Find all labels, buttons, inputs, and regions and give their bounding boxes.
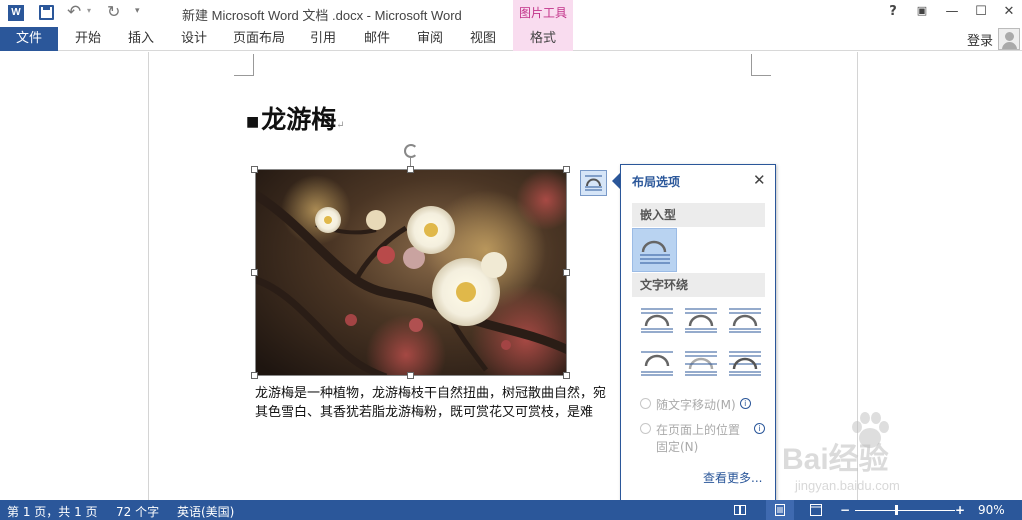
tab-review[interactable]: 审阅 [406,27,454,51]
option-inline[interactable] [632,228,677,272]
heading-bullet: ■ [246,113,260,130]
picture-tools-header: 图片工具 [513,0,573,27]
tab-design[interactable]: 设计 [169,27,219,51]
page-left-edge [148,52,149,500]
panel-title: 布局选项 [632,175,681,189]
plum-blossom-illustration [256,170,566,375]
word-count[interactable]: 72 个字 [116,503,159,520]
fix-position-option[interactable]: 在页面上的位置 固定(N) i [640,421,766,455]
section-wrap-header: 文字环绕 [632,273,765,297]
option-square[interactable] [636,302,673,336]
wrap-behind-text-icon [685,351,717,376]
info-icon[interactable]: i [739,398,751,409]
print-layout-button[interactable] [766,500,794,520]
print-layout-icon [775,504,785,516]
word-logo-icon[interactable]: W [8,5,24,21]
zoom-in-button[interactable]: + [955,503,965,517]
watermark-url: jingyan.baidu.com [795,478,900,493]
undo-dropdown-icon[interactable]: ▾ [87,6,91,15]
resize-handle-top-left[interactable] [251,166,258,173]
resize-handle-right[interactable] [563,269,570,276]
margin-corner-right [751,54,771,76]
move-with-text-radio[interactable] [640,398,651,409]
title-bar: W ↶ ▾ ↻ ▾ 新建 Microsoft Word 文档 .docx - M… [0,0,1022,27]
see-more-link[interactable]: 查看更多... [703,469,762,486]
section-inline-header: 嵌入型 [632,203,765,227]
redo-icon[interactable]: ↻ [107,2,120,21]
zoom-level[interactable]: 90% [978,503,1005,517]
margin-corner-left [234,54,254,76]
move-with-text-option[interactable]: 随文字移动(M) i [640,396,751,413]
ribbon-display-options-icon[interactable]: ▣ [912,4,932,22]
plum-blossom-image[interactable] [255,169,567,376]
document-heading[interactable]: ■龙游梅↵ [246,100,345,136]
zoom-out-button[interactable]: − [840,503,850,517]
ribbon-tab-row: 文件 开始 插入 设计 页面布局 引用 邮件 审阅 视图 格式 [0,27,1022,51]
layout-options-icon [585,175,602,191]
status-bar: 第 1 页，共 1 页 72 个字 英语(美国) − + 90% [0,500,1022,520]
tab-file[interactable]: 文件 [0,27,58,51]
page-count[interactable]: 第 1 页，共 1 页 [7,503,98,520]
fix-position-label-line2: 固定(N) [656,440,699,454]
fix-position-label: 在页面上的位置 固定(N) [656,421,740,455]
paragraph-mark-icon: ↵ [336,120,345,131]
close-button[interactable]: ✕ [999,4,1019,22]
info-icon[interactable]: i [754,423,766,434]
layout-options-button[interactable] [580,170,607,196]
undo-icon[interactable]: ↶ [67,2,81,22]
fix-position-label-line1: 在页面上的位置 [656,423,741,437]
rotate-handle[interactable] [404,144,418,158]
option-behind-text[interactable] [680,345,717,379]
layout-options-panel: 布局选项 ✕ 嵌入型 文字环绕 随文字移动(M) i 在页面上的位置 固定(N)… [620,164,776,501]
tab-insert[interactable]: 插入 [116,27,166,51]
customize-toolbar-icon[interactable]: ▾ [135,6,140,16]
move-with-text-label: 随文字移动(M) [656,398,736,412]
resize-handle-bottom[interactable] [407,372,414,379]
help-icon[interactable]: ? [883,4,903,22]
resize-handle-bottom-left[interactable] [251,372,258,379]
body-line-2[interactable]: 其色雪白、其香犹若脂龙游梅粉，既可赏花又可赏枝，是难 [255,403,627,422]
fix-position-radio[interactable] [640,423,651,434]
minimize-button[interactable]: — [942,4,962,22]
avatar[interactable] [998,28,1020,50]
zoom-slider-thumb[interactable] [895,505,898,515]
save-icon[interactable] [39,5,54,20]
close-icon[interactable]: ✕ [753,171,766,189]
resize-handle-top[interactable] [407,166,414,173]
option-through[interactable] [724,302,761,336]
resize-handle-top-right[interactable] [563,166,570,173]
resize-handle-left[interactable] [251,269,258,276]
resize-handle-bottom-right[interactable] [563,372,570,379]
tab-mailings[interactable]: 邮件 [353,27,401,51]
wrap-tight-icon [685,308,717,333]
inline-option-icon [640,240,670,264]
wrap-square-icon [641,308,673,333]
tab-view[interactable]: 视图 [459,27,507,51]
body-paragraph[interactable]: 龙游梅是一种植物，龙游梅枝干自然扭曲，树冠散曲自然，宛 其色雪白、其香犹若脂龙游… [255,384,627,422]
document-title: 新建 Microsoft Word 文档 .docx - Microsoft W… [182,8,462,23]
tab-page-layout[interactable]: 页面布局 [227,27,291,51]
web-layout-icon[interactable] [810,504,822,516]
language[interactable]: 英语(美国) [177,503,234,520]
body-line-1[interactable]: 龙游梅是一种植物，龙游梅枝干自然扭曲，树冠散曲自然，宛 [255,384,627,403]
option-tight[interactable] [680,302,717,336]
heading-text[interactable]: 龙游梅 [261,105,336,134]
option-top-bottom[interactable] [636,345,673,379]
tab-references[interactable]: 引用 [299,27,347,51]
watermark-logo: Bai经验 [782,443,889,476]
maximize-button[interactable]: ☐ [971,4,991,22]
tab-format[interactable]: 格式 [513,27,573,51]
read-mode-icon[interactable] [734,504,746,516]
wrap-top-bottom-icon [641,351,673,376]
option-in-front-of-text[interactable] [724,345,761,379]
zoom-slider-track[interactable] [855,510,955,511]
tab-home[interactable]: 开始 [63,27,113,51]
wrap-through-icon [729,308,761,333]
login-link[interactable]: 登录 [967,30,993,49]
wrap-in-front-icon [729,351,761,376]
